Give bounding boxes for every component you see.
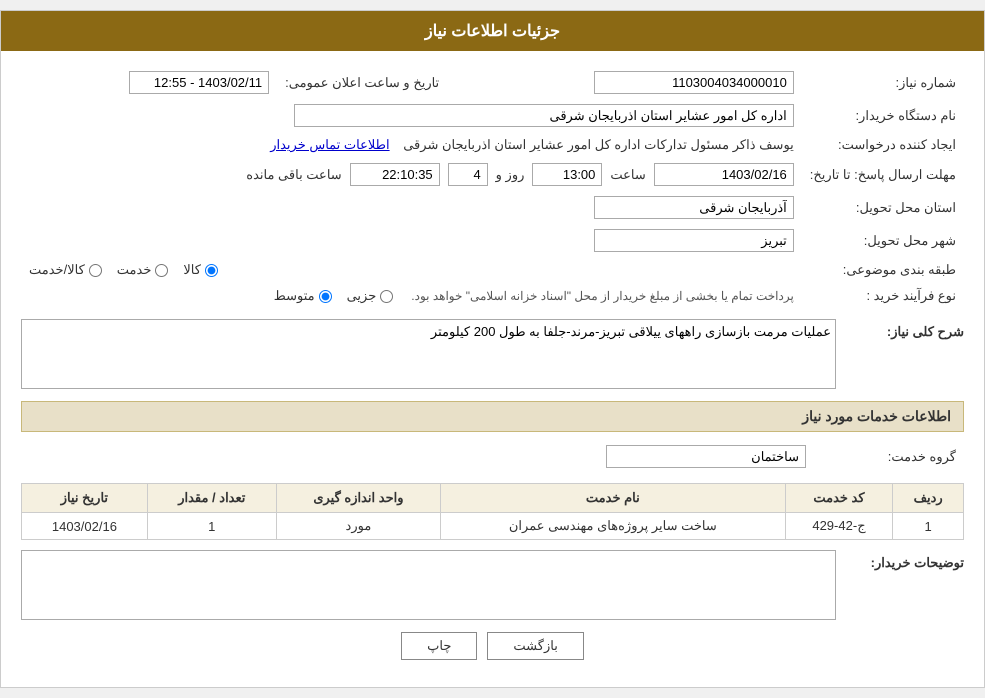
tabagheh-label: طبقه بندی موضوعی: [802,257,964,283]
row-ostan: استان محل تحویل: [21,191,964,224]
cell-code: ج-42-429 [785,513,893,540]
shahr-label: شهر محل تحویل: [802,224,964,257]
radio-kala-input[interactable] [205,264,218,277]
ostan-input[interactable] [594,196,794,219]
nooe-note: پرداخت تمام یا بخشی از مبلغ خریدار از مح… [411,289,794,303]
nooe-label: نوع فرآیند خرید : [802,283,964,309]
sharh-row: شرح کلی نیاز: عملیات مرمت بازسازی راههای… [21,319,964,389]
col-code: کد خدمت [785,484,893,513]
naam-value [21,99,802,132]
shahr-input[interactable] [594,229,794,252]
shomara-label: شماره نیاز: [802,66,964,99]
print-button[interactable]: چاپ [401,632,477,660]
mohlat-remain-input[interactable] [350,163,440,186]
content-area: شماره نیاز: تاریخ و ساعت اعلان عمومی: نا… [1,51,984,687]
radio-kala-khadamat: کالا/خدمت [29,262,102,278]
nooe-radio-group: متوسط جزیی [274,288,394,304]
page-header: جزئیات اطلاعات نیاز [1,11,984,51]
button-bar: بازگشت چاپ [21,620,964,672]
shomara-value [447,66,802,99]
ostan-label: استان محل تحویل: [802,191,964,224]
services-header-row: ردیف کد خدمت نام خدمت واحد اندازه گیری ت… [22,484,964,513]
ijad-text: یوسف ذاکر مسئول تدارکات اداره کل امور عش… [403,137,794,152]
cell-name: ساخت سایر پروژه‌های مهندسی عمران [441,513,786,540]
col-vahed: واحد اندازه گیری [276,484,440,513]
services-table-body: 1 ج-42-429 ساخت سایر پروژه‌های مهندسی عم… [22,513,964,540]
radio-jozii-input[interactable] [380,290,393,303]
roz-label: روز و [496,167,525,183]
row-tabagheh: طبقه بندی موضوعی: کالا/خدمت خدمت کالا [21,257,964,283]
row-naam: نام دستگاه خریدار: [21,99,964,132]
naam-label: نام دستگاه خریدار: [802,99,964,132]
sharh-label: شرح کلی نیاز: [844,319,964,340]
goroh-row: گروه خدمت: [21,440,964,473]
shomara-input[interactable] [594,71,794,94]
tabagheh-value: کالا/خدمت خدمت کالا [21,257,802,283]
col-name: نام خدمت [441,484,786,513]
back-button[interactable]: بازگشت [487,632,583,660]
mohlat-value: ساعت روز و ساعت باقی مانده [21,158,802,191]
cell-tarikh: 1403/02/16 [22,513,148,540]
radio-kala-khadamat-input[interactable] [89,264,102,277]
naam-input[interactable] [294,104,794,127]
row-shomara: شماره نیاز: تاریخ و ساعت اعلان عمومی: [21,66,964,99]
goroh-table: گروه خدمت: [21,440,964,473]
row-nooe: نوع فرآیند خرید : پرداخت تمام یا بخشی از… [21,283,964,309]
saat-label: ساعت [610,167,645,183]
col-tedad: تعداد / مقدار [147,484,276,513]
khadamat-section-title: اطلاعات خدمات مورد نیاز [21,401,964,432]
col-tarikh: تاریخ نیاز [22,484,148,513]
ijad-value: یوسف ذاکر مسئول تدارکات اداره کل امور عش… [21,132,802,158]
page-container: جزئیات اطلاعات نیاز شماره نیاز: تاریخ و … [0,10,985,688]
tozihat-textarea[interactable] [21,550,836,620]
mohlat-label: مهلت ارسال پاسخ: تا تاریخ: [802,158,964,191]
ostan-value [21,191,802,224]
goroh-value [21,440,814,473]
mohlat-suffix: ساعت باقی مانده [246,167,341,183]
radio-khadamat: خدمت [117,262,169,278]
cell-radif: 1 [893,513,964,540]
tozihat-row: توضیحات خریدار: [21,550,964,620]
radio-kala: کالا [183,262,218,278]
mohlat-date-input[interactable] [654,163,794,186]
row-mohlat: مهلت ارسال پاسخ: تا تاریخ: ساعت روز و سا… [21,158,964,191]
cell-vahed: مورد [276,513,440,540]
row-ijad: ایجاد کننده درخواست: یوسف ذاکر مسئول تدا… [21,132,964,158]
mohlat-saat-input[interactable] [532,163,602,186]
mohlat-roz-input[interactable] [448,163,488,186]
sharh-textarea[interactable]: عملیات مرمت بازسازی راههای ییلاقی تبریز-… [21,319,836,389]
contact-link[interactable]: اطلاعات تماس خریدار [270,137,389,152]
nooe-value: پرداخت تمام یا بخشی از مبلغ خریدار از مح… [21,283,802,309]
radio-jozii-label: جزیی [347,288,377,304]
table-row: 1 ج-42-429 ساخت سایر پروژه‌های مهندسی عم… [22,513,964,540]
col-radif: ردیف [893,484,964,513]
services-table: ردیف کد خدمت نام خدمت واحد اندازه گیری ت… [21,483,964,540]
goroh-input[interactable] [606,445,806,468]
services-table-head: ردیف کد خدمت نام خدمت واحد اندازه گیری ت… [22,484,964,513]
tozihat-label: توضیحات خریدار: [844,550,964,571]
goroh-label: گروه خدمت: [814,440,964,473]
radio-kala-label: کالا [183,262,201,278]
ijad-label: ایجاد کننده درخواست: [802,132,964,158]
radio-khadamat-input[interactable] [155,264,168,277]
tarikh-input[interactable] [129,71,269,94]
radio-jozii: جزیی [347,288,394,304]
radio-motovaset-input[interactable] [319,290,332,303]
info-table: شماره نیاز: تاریخ و ساعت اعلان عمومی: نا… [21,66,964,309]
radio-kala-khadamat-label: کالا/خدمت [29,262,85,278]
page-title: جزئیات اطلاعات نیاز [425,23,560,40]
tabagheh-radio-group: کالا/خدمت خدمت کالا [29,262,794,278]
radio-motovaset-label: متوسط [274,288,315,304]
shahr-value [21,224,802,257]
radio-khadamat-label: خدمت [117,262,152,278]
radio-motovaset: متوسط [274,288,332,304]
cell-tedad: 1 [147,513,276,540]
tarikh-label: تاریخ و ساعت اعلان عمومی: [277,66,447,99]
row-shahr: شهر محل تحویل: [21,224,964,257]
tarikh-value [21,66,277,99]
